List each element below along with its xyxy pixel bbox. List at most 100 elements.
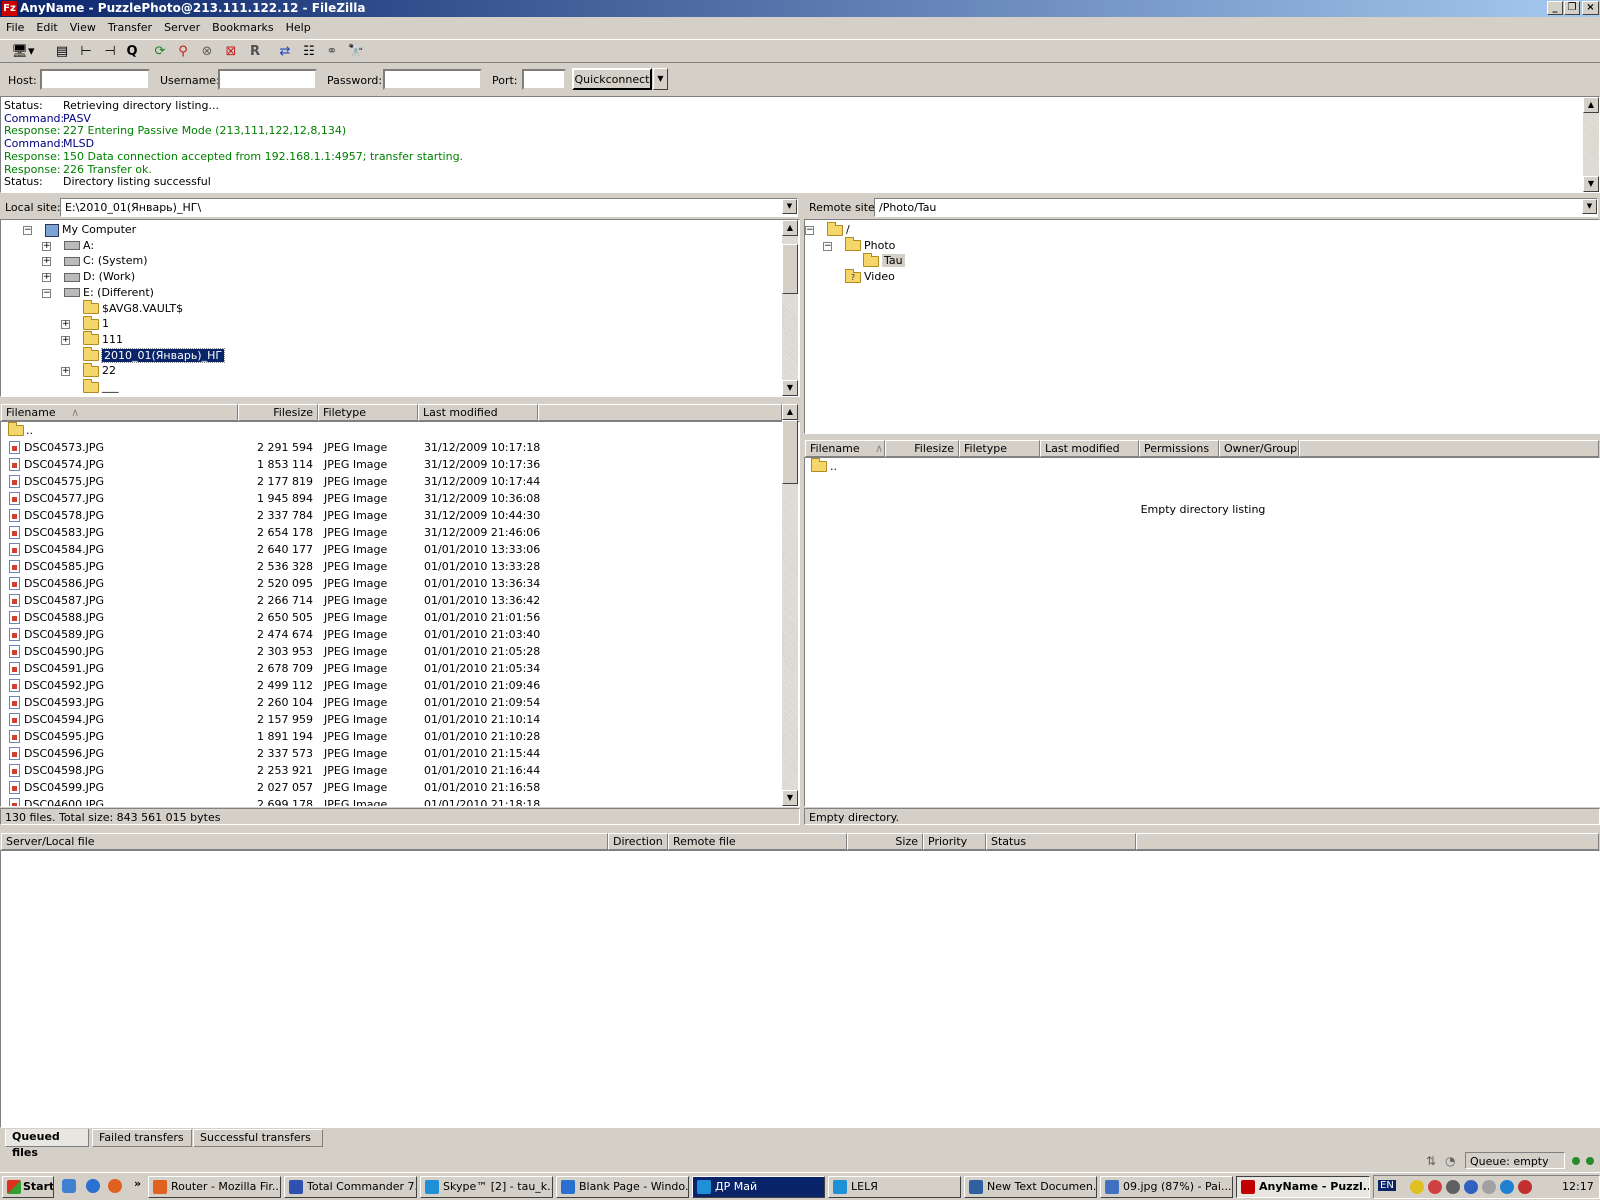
taskbar-window-button[interactable]: New Text Documen... bbox=[964, 1176, 1097, 1198]
file-row[interactable]: DSC04588.JPG 2 650 505 JPEG Image 01/01/201… bbox=[1, 609, 781, 626]
reconnect-icon[interactable]: R bbox=[245, 43, 265, 61]
file-row[interactable]: DSC04598.JPG 2 253 921 JPEG Image 01/01/201… bbox=[1, 762, 781, 779]
host-input[interactable] bbox=[40, 69, 150, 90]
process-queue-icon[interactable]: ⚲ bbox=[173, 43, 193, 61]
tree-node[interactable]: 1 bbox=[83, 315, 109, 332]
tray-app-icon[interactable] bbox=[1428, 1180, 1442, 1194]
tree-node[interactable]: Tau bbox=[863, 252, 905, 269]
taskbar-window-button[interactable]: ДР Май bbox=[692, 1176, 825, 1198]
volume-icon[interactable] bbox=[1446, 1180, 1460, 1194]
toggle-local-tree-icon[interactable]: ⊢ bbox=[76, 43, 96, 61]
menu-server[interactable]: Server bbox=[158, 18, 206, 34]
tray-app-icon[interactable] bbox=[1518, 1180, 1532, 1194]
column-header-server-local-file[interactable]: Server/Local file bbox=[1, 833, 608, 850]
column-header-filetype[interactable]: Filetype bbox=[959, 440, 1040, 457]
tab-successful-transfers[interactable]: Successful transfers bbox=[193, 1129, 323, 1147]
file-row[interactable]: DSC04585.JPG 2 536 328 JPEG Image 01/01/201… bbox=[1, 558, 781, 575]
password-input[interactable] bbox=[383, 69, 482, 90]
file-row[interactable]: DSC04578.JPG 2 337 784 JPEG Image 31/12/200… bbox=[1, 507, 781, 524]
filezilla-app-icon[interactable]: Fz bbox=[2, 1, 17, 16]
tree-expander-icon[interactable]: + bbox=[42, 273, 51, 283]
file-row[interactable]: DSC04573.JPG 2 291 594 JPEG Image 31/12/200… bbox=[1, 439, 781, 456]
file-row[interactable]: DSC04577.JPG 1 945 894 JPEG Image 31/12/200… bbox=[1, 490, 781, 507]
tree-expander-icon[interactable]: + bbox=[42, 257, 51, 267]
local-list-scrollbar[interactable]: ▲ ▼ bbox=[782, 404, 798, 806]
file-row[interactable]: DSC04591.JPG 2 678 709 JPEG Image 01/01/201… bbox=[1, 660, 781, 677]
tree-node[interactable]: My Computer bbox=[45, 222, 136, 238]
tree-expander-icon[interactable]: + bbox=[42, 241, 51, 251]
file-row[interactable]: DSC04590.JPG 2 303 953 JPEG Image 01/01/201… bbox=[1, 643, 781, 660]
column-header-status[interactable]: Status bbox=[986, 833, 1136, 850]
file-row[interactable]: DSC04592.JPG 2 499 112 JPEG Image 01/01/201… bbox=[1, 677, 781, 694]
directory-comparison-icon[interactable]: ⇄ bbox=[275, 43, 295, 61]
tree-expander-icon[interactable]: − bbox=[23, 226, 32, 235]
tray-app-icon[interactable] bbox=[1500, 1180, 1514, 1194]
sync-browsing-icon[interactable]: ⚭ bbox=[322, 43, 342, 61]
cancel-operation-icon[interactable]: ⊗ bbox=[197, 43, 217, 61]
tree-node[interactable]: A: bbox=[64, 238, 94, 254]
menu-edit[interactable]: Edit bbox=[30, 18, 63, 34]
tree-expander-icon[interactable]: + bbox=[61, 320, 70, 330]
column-header-last-modified[interactable]: Last modified bbox=[1040, 440, 1139, 457]
quicklaunch-more-chevron[interactable]: » bbox=[134, 1177, 141, 1190]
network-icon[interactable] bbox=[1464, 1180, 1478, 1194]
tree-node[interactable]: 22 bbox=[83, 362, 116, 379]
scroll-thumb[interactable] bbox=[782, 420, 798, 484]
taskbar-window-button[interactable]: AnyName - Puzzl... bbox=[1236, 1176, 1370, 1198]
window-title-bar[interactable]: AnyName - PuzzlePhoto@213.111.122.12 - F… bbox=[0, 0, 1600, 17]
remote-path-combo[interactable]: /Photo/Tau bbox=[874, 198, 1598, 217]
column-header-direction[interactable]: Direction bbox=[608, 833, 668, 850]
tree-expander-icon[interactable]: − bbox=[823, 241, 832, 251]
site-manager-icon[interactable]: 🖥▾ bbox=[6, 43, 40, 61]
tab-failed-transfers[interactable]: Failed transfers bbox=[92, 1129, 192, 1147]
tree-node[interactable]: ___ bbox=[83, 378, 119, 395]
column-header-priority[interactable]: Priority bbox=[923, 833, 986, 850]
file-row[interactable]: DSC04575.JPG 2 177 819 JPEG Image 31/12/200… bbox=[1, 473, 781, 490]
file-row[interactable]: DSC04587.JPG 2 266 714 JPEG Image 01/01/201… bbox=[1, 592, 781, 609]
log-scrollbar[interactable]: ▲ ▼ bbox=[1583, 97, 1599, 192]
taskbar-window-button[interactable]: Blank Page - Windo... bbox=[556, 1176, 689, 1198]
tree-node[interactable]: Photo bbox=[845, 237, 895, 254]
scroll-thumb[interactable] bbox=[782, 244, 798, 294]
tree-node[interactable]: / bbox=[827, 221, 850, 238]
quickconnect-history-dropdown[interactable]: ▼ bbox=[653, 68, 668, 90]
tree-expander-icon[interactable]: + bbox=[61, 367, 70, 377]
tree-expander-icon[interactable]: + bbox=[61, 335, 70, 345]
scroll-up-icon[interactable]: ▲ bbox=[1583, 97, 1599, 113]
search-files-icon[interactable]: 🔭 bbox=[346, 43, 366, 61]
menu-file[interactable]: File bbox=[0, 18, 30, 34]
file-row[interactable]: DSC04584.JPG 2 640 177 JPEG Image 01/01/201… bbox=[1, 541, 781, 558]
column-header-permissions[interactable]: Permissions bbox=[1139, 440, 1219, 457]
minimize-button[interactable]: _ bbox=[1547, 1, 1563, 15]
file-row[interactable]: DSC04594.JPG 2 157 959 JPEG Image 01/01/201… bbox=[1, 711, 781, 728]
toggle-queue-icon[interactable]: Q bbox=[122, 43, 142, 61]
disconnect-icon[interactable]: ⊠ bbox=[221, 43, 241, 61]
quickconnect-button[interactable]: Quickconnect bbox=[572, 68, 652, 90]
scroll-up-icon[interactable]: ▲ bbox=[782, 220, 798, 236]
column-header-filesize[interactable]: Filesize bbox=[238, 404, 318, 421]
menu-view[interactable]: View bbox=[64, 18, 102, 34]
toggle-log-icon[interactable]: ▤ bbox=[52, 43, 72, 61]
file-row[interactable]: DSC04593.JPG 2 260 104 JPEG Image 01/01/201… bbox=[1, 694, 781, 711]
clock[interactable]: 12:17 bbox=[1562, 1180, 1594, 1193]
menu-transfer[interactable]: Transfer bbox=[102, 18, 158, 34]
column-header-filesize[interactable]: Filesize bbox=[885, 440, 959, 457]
menu-help[interactable]: Help bbox=[280, 18, 317, 34]
tree-node[interactable]: C: (System) bbox=[64, 253, 148, 269]
local-path-dropdown-icon[interactable]: ▼ bbox=[782, 199, 797, 214]
refresh-icon[interactable]: ⟳ bbox=[150, 43, 170, 61]
column-header-last-modified[interactable]: Last modified bbox=[418, 404, 538, 421]
column-header-remote-file[interactable]: Remote file bbox=[668, 833, 847, 850]
scroll-down-icon[interactable]: ▼ bbox=[782, 790, 798, 806]
tree-node[interactable]: 2010_01(Январь)_НГ bbox=[83, 347, 226, 364]
file-row[interactable]: DSC04599.JPG 2 027 057 JPEG Image 01/01/201… bbox=[1, 779, 781, 796]
filter-icon[interactable]: ☷ bbox=[299, 43, 319, 61]
tree-node[interactable]: E: (Different) bbox=[64, 285, 154, 301]
menu-bookmarks[interactable]: Bookmarks bbox=[206, 18, 279, 34]
scroll-down-icon[interactable]: ▼ bbox=[1583, 176, 1599, 192]
local-tree-scrollbar[interactable]: ▲ ▼ bbox=[782, 220, 798, 396]
internet-explorer-icon[interactable] bbox=[86, 1179, 100, 1193]
file-row[interactable]: DSC04583.JPG 2 654 178 JPEG Image 31/12/200… bbox=[1, 524, 781, 541]
taskbar-window-button[interactable]: LELЯ bbox=[828, 1176, 961, 1198]
taskbar-window-button[interactable]: Router - Mozilla Fir... bbox=[148, 1176, 281, 1198]
